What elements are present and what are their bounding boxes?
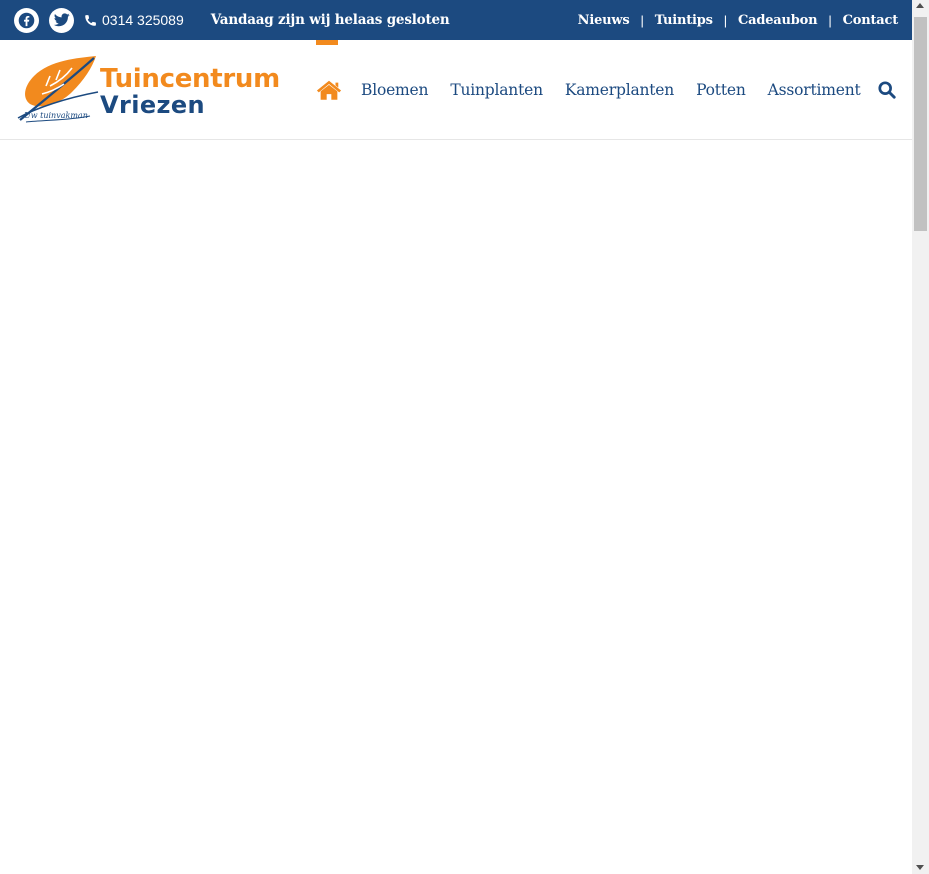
top-link-nieuws[interactable]: Nieuws [578, 13, 630, 28]
facebook-icon[interactable] [14, 7, 39, 33]
active-indicator [316, 40, 338, 45]
top-link-tuintips[interactable]: Tuintips [655, 13, 713, 28]
nav-bloemen[interactable]: Bloemen [361, 81, 429, 99]
nav-assortiment[interactable]: Assortiment [768, 81, 861, 99]
divider: | [828, 12, 832, 28]
home-icon [316, 80, 342, 100]
site-header: Tuincentrum Vriezen Uw tuinvakman Bloeme… [0, 40, 912, 140]
logo-name-line2: Vriezen [100, 91, 206, 119]
nav-potten[interactable]: Potten [696, 81, 746, 99]
top-links: Nieuws | Tuintips | Cadeaubon | Contact [578, 0, 899, 40]
search-button[interactable] [878, 81, 896, 103]
twitter-icon[interactable] [49, 7, 74, 33]
scroll-thumb[interactable] [914, 17, 927, 231]
nav-tuinplanten[interactable]: Tuinplanten [450, 81, 543, 99]
scroll-up-arrow-icon[interactable] [916, 3, 924, 8]
logo-tagline: Uw tuinvakman [24, 111, 88, 120]
phone-icon [85, 14, 96, 26]
top-bar: 0314 325089 Vandaag zijn wij helaas gesl… [0, 0, 912, 40]
divider: | [640, 12, 644, 28]
phone-number[interactable]: 0314 325089 [84, 12, 184, 28]
logo[interactable]: Tuincentrum Vriezen Uw tuinvakman [16, 54, 280, 126]
social-links [14, 7, 84, 33]
phone-label: 0314 325089 [102, 12, 184, 28]
logo-name-line1: Tuincentrum [100, 64, 280, 94]
main-nav: Bloemen Tuinplanten Kamerplanten Potten … [316, 40, 861, 140]
opening-status: Vandaag zijn wij helaas gesloten [210, 12, 450, 28]
scrollbar[interactable] [912, 0, 929, 874]
top-link-cadeaubon[interactable]: Cadeaubon [738, 13, 818, 28]
nav-home[interactable] [316, 40, 342, 140]
search-icon [878, 81, 896, 99]
scroll-down-arrow-icon[interactable] [916, 865, 924, 870]
nav-kamerplanten[interactable]: Kamerplanten [565, 81, 674, 99]
top-link-contact[interactable]: Contact [843, 13, 899, 28]
divider: | [723, 12, 727, 28]
